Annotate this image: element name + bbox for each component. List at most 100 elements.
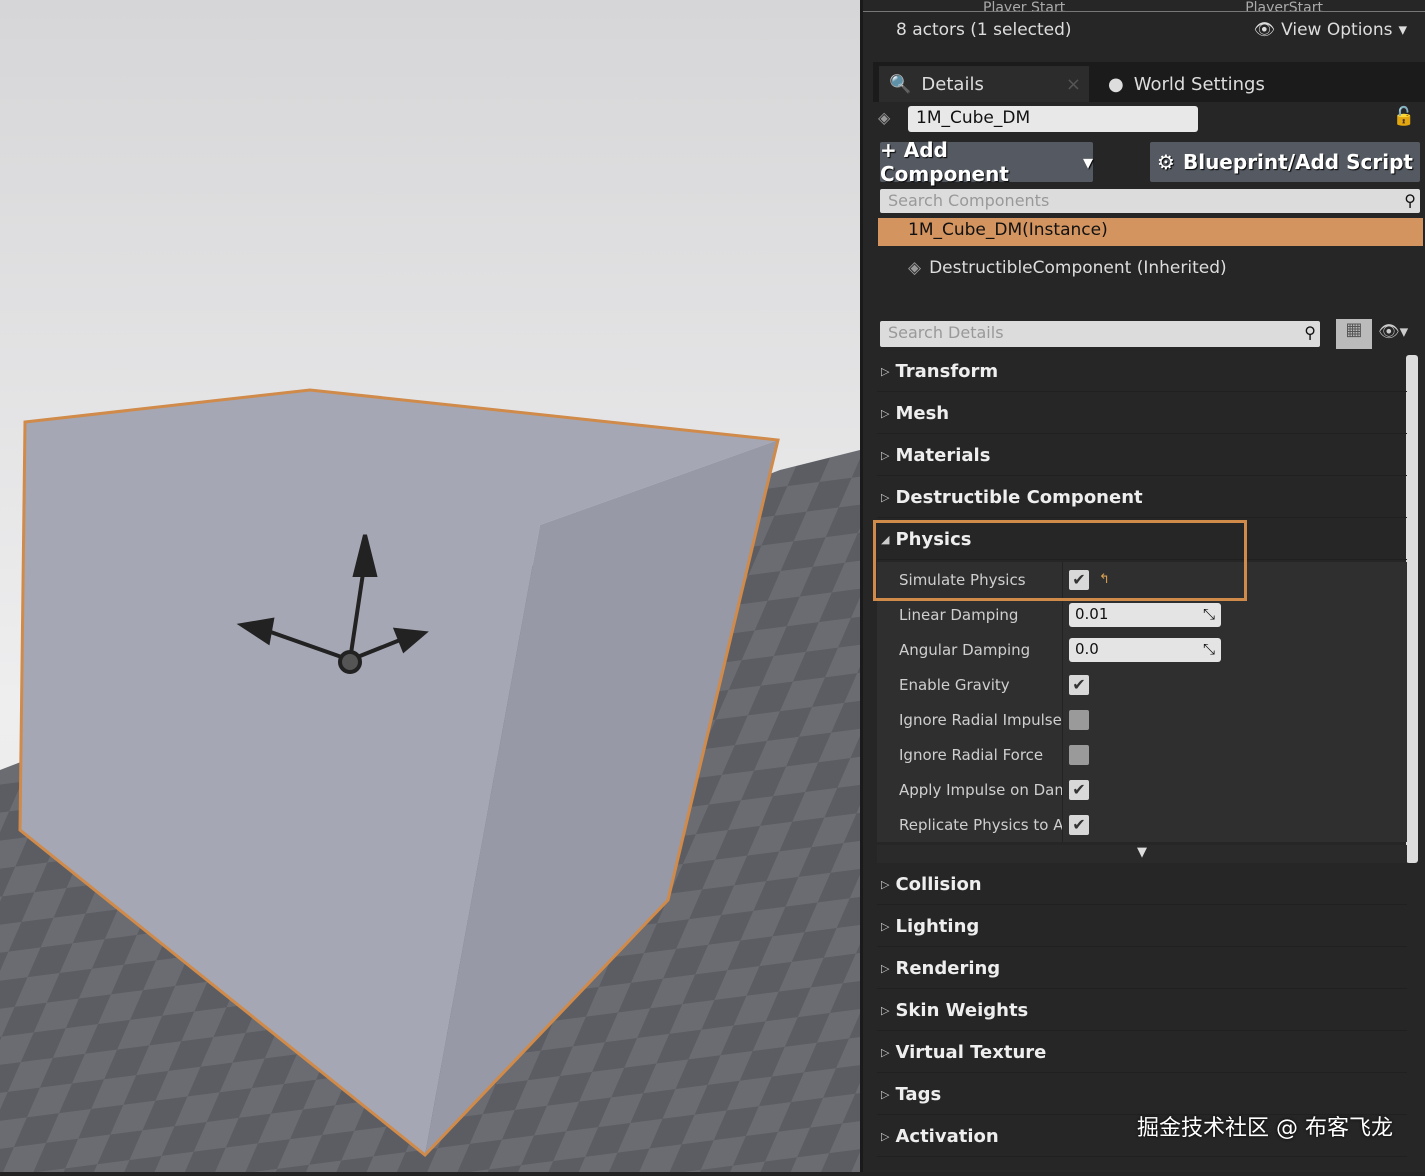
property-label: Apply Impulse on Dam [877, 772, 1063, 807]
tab-label: Details [921, 73, 984, 95]
blueprint-label: Blueprint/Add Script [1182, 150, 1413, 174]
eye-icon[interactable]: 👁▾ [1378, 322, 1408, 342]
component-item-instance[interactable]: 1M_Cube_DM(Instance) [878, 218, 1423, 246]
view-options-label: View Options [1281, 20, 1393, 40]
outliner-partial-row[interactable]: Player Start PlayerStart [863, 0, 1425, 12]
collapsed-arrow-icon: ▷ [881, 878, 890, 891]
section-header[interactable]: ▷ Mesh [877, 394, 1407, 434]
chevron-down-icon: ▾ [1398, 20, 1407, 40]
section-header[interactable]: ▷ Transform [877, 352, 1407, 392]
property-row: Apply Impulse on Dam ✔ [877, 772, 1407, 807]
row-type: PlayerStart [1245, 0, 1323, 12]
number-input[interactable]: 0.0 ⤡ [1069, 637, 1221, 662]
collapsed-arrow-icon: ▷ [881, 1004, 890, 1017]
property-row: Linear Damping 0.01 ⤡ [877, 597, 1407, 632]
section-label: Virtual Texture [895, 1042, 1047, 1063]
section-header[interactable]: ▷ Lighting [877, 907, 1407, 947]
checkbox[interactable]: ✔ [1069, 779, 1089, 800]
property-label: Ignore Radial Force [877, 737, 1063, 772]
section-header[interactable]: ▷ Rendering [877, 949, 1407, 989]
actor-icon: ◈ [878, 108, 891, 127]
property-label: Replicate Physics to A [877, 807, 1063, 842]
view-options-button[interactable]: 👁 View Options ▾ [1254, 20, 1407, 40]
search-components-input[interactable]: Search Components ⚲ [880, 189, 1420, 213]
component-icon: ◈ [908, 258, 922, 278]
tab-label: World Settings [1133, 73, 1265, 95]
watermark: 掘金技术社区 @ 布客飞龙 [1137, 1116, 1393, 1141]
property-row: Replicate Physics to A ✔ [877, 807, 1407, 842]
scrollbar[interactable] [1406, 355, 1418, 863]
section-header[interactable]: ▷ Collision [877, 865, 1407, 905]
collapsed-arrow-icon: ▷ [881, 407, 890, 420]
property-label: Linear Damping [877, 597, 1063, 632]
globe-icon: ● [1108, 73, 1124, 95]
checkbox[interactable] [1069, 709, 1089, 730]
close-icon[interactable]: × [1066, 74, 1081, 95]
property-matrix-icon[interactable]: ▦ [1336, 319, 1372, 349]
section-label: Destructible Component [895, 487, 1143, 508]
search-details-input[interactable]: Search Details ⚲ [880, 321, 1320, 347]
tab-details[interactable]: 🔍 Details × [879, 66, 1089, 102]
collapsed-arrow-icon: ▷ [881, 920, 890, 933]
number-input[interactable]: 0.01 ⤡ [1069, 602, 1221, 627]
property-row: Ignore Radial Force [877, 737, 1407, 772]
collapsed-arrow-icon: ▷ [881, 962, 890, 975]
checkbox[interactable]: ✔ [1069, 814, 1089, 835]
row-label: Player Start [983, 0, 1066, 12]
section-header[interactable]: ▷ Destructible Component [877, 478, 1407, 518]
section-header[interactable]: ▷ Virtual Texture [877, 1033, 1407, 1073]
lock-icon[interactable]: 🔓 [1393, 106, 1415, 127]
property-label: Angular Damping [877, 632, 1063, 667]
collapsed-arrow-icon: ▷ [881, 1046, 890, 1059]
level-viewport[interactable] [0, 0, 860, 1172]
collapsed-arrow-icon: ▷ [881, 1088, 890, 1101]
advanced-expand-icon[interactable]: ▼ [877, 845, 1407, 863]
search-icon: ⚲ [1304, 323, 1316, 342]
tab-bar: 🔍 Details × ● World Settings [873, 62, 1425, 102]
property-row: Angular Damping 0.0 ⤡ [877, 632, 1407, 667]
drag-handle-icon[interactable]: ⤡ [1203, 640, 1215, 660]
highlight-box [873, 520, 1247, 601]
drag-handle-icon[interactable]: ⤡ [1203, 605, 1215, 625]
search-icon: ⚲ [1404, 191, 1416, 210]
section-label: Rendering [895, 958, 1001, 979]
details-panel: Player Start PlayerStart 8 actors (1 sele… [860, 0, 1425, 1172]
placeholder: Search Components [888, 191, 1050, 210]
collapsed-arrow-icon: ▷ [881, 449, 890, 462]
section-header[interactable]: ▷ Materials [877, 436, 1407, 476]
collapsed-arrow-icon: ▷ [881, 1130, 890, 1143]
property-row: Enable Gravity ✔ [877, 667, 1407, 702]
section-label: Mesh [895, 403, 950, 424]
section-label: Tags [895, 1084, 942, 1105]
add-component-label: + Add Component [880, 138, 1009, 186]
placeholder: Search Details [888, 323, 1004, 342]
value: 0.0 [1075, 639, 1099, 658]
section-header[interactable]: ▷ Skin Weights [877, 991, 1407, 1031]
section-label: Materials [895, 445, 991, 466]
details-icon: 🔍 [889, 73, 912, 95]
property-row: Ignore Radial Impulse [877, 702, 1407, 737]
actor-name-input[interactable]: 1M_Cube_DM [908, 106, 1198, 132]
section-label: Lighting [895, 916, 980, 937]
section-label: Transform [895, 361, 999, 382]
value: 0.01 [1075, 604, 1109, 623]
tab-world-settings[interactable]: ● World Settings [1098, 66, 1265, 102]
add-component-button[interactable]: + Add Component ▾ [880, 138, 1093, 186]
gears-icon: ⚙ [1157, 150, 1175, 174]
component-label: 1M_Cube_DM(Instance) [908, 220, 1108, 240]
checkbox[interactable]: ✔ [1069, 674, 1089, 695]
section-header[interactable]: ▷ Tags [877, 1075, 1407, 1115]
viewport-scene [0, 388, 860, 1172]
section-label: Activation [895, 1126, 999, 1147]
section-label: Skin Weights [895, 1000, 1029, 1021]
collapsed-arrow-icon: ▷ [881, 491, 890, 504]
blueprint-add-script-button[interactable]: ⚙ Blueprint/Add Script [1150, 142, 1420, 182]
component-item-destructible[interactable]: ◈ DestructibleComponent (Inherited) [908, 258, 1227, 278]
section-label: Collision [895, 874, 982, 895]
eye-icon: 👁 [1253, 20, 1276, 40]
collapsed-arrow-icon: ▷ [881, 365, 890, 378]
property-label: Enable Gravity [877, 667, 1063, 702]
chevron-down-icon: ▾ [1082, 150, 1093, 174]
component-label: DestructibleComponent (Inherited) [929, 258, 1227, 278]
checkbox[interactable] [1069, 744, 1089, 765]
